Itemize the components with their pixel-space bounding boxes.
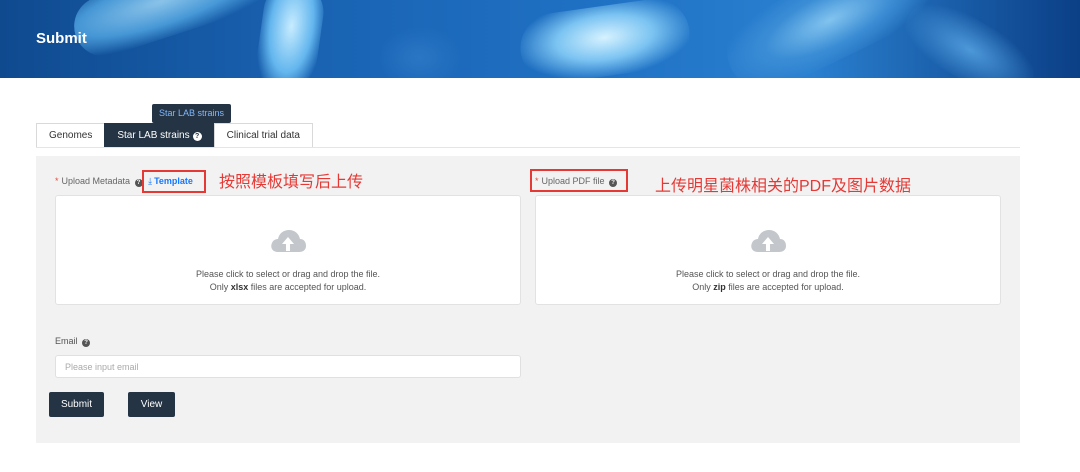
email-label-text: Email bbox=[55, 336, 78, 346]
annotation-highlight-box bbox=[530, 169, 628, 192]
annotation-text-right: 上传明星菌株相关的PDF及图片数据 bbox=[655, 178, 912, 195]
tab-label: Clinical trial data bbox=[226, 130, 300, 141]
dropzone-accepted-types: Only zip files are accepted for upload. bbox=[692, 282, 844, 292]
banner-bacteria-decoration bbox=[515, 0, 695, 78]
dropzone-instruction: Please click to select or drag and drop … bbox=[195, 269, 381, 279]
banner-bacteria-decoration bbox=[894, 0, 1046, 78]
banner-bacteria-decoration bbox=[252, 0, 328, 78]
tab-label: Genomes bbox=[49, 130, 93, 141]
email-label: Email ? bbox=[55, 336, 91, 347]
tab-divider bbox=[36, 147, 1020, 148]
tab-bar: Genomes Star LAB strains? Clinical trial… bbox=[36, 123, 313, 148]
tab-genomes[interactable]: Genomes bbox=[36, 123, 106, 148]
tab-clinical-trial-data[interactable]: Clinical trial data bbox=[213, 123, 313, 148]
tab-tooltip: Star LAB strains bbox=[152, 104, 232, 128]
cloud-upload-icon bbox=[271, 230, 306, 252]
metadata-dropzone[interactable]: Please click to select or drag and drop … bbox=[55, 195, 521, 305]
dropzone-accepted-types: Only xlsx files are accepted for upload. bbox=[209, 282, 367, 292]
tab-star-lab-strains[interactable]: Star LAB strains? bbox=[104, 123, 215, 148]
annotation-text-left: 按照模板填写后上传 bbox=[219, 174, 364, 191]
banner-bacteria-decoration bbox=[380, 28, 460, 78]
cloud-upload-icon bbox=[751, 230, 786, 252]
tab-label: Star LAB strains bbox=[117, 130, 190, 141]
submit-button[interactable]: Submit bbox=[49, 392, 104, 417]
pdf-dropzone[interactable]: Please click to select or drag and drop … bbox=[535, 195, 1001, 305]
annotation-highlight-box bbox=[142, 170, 206, 193]
question-circle-icon[interactable]: ? bbox=[192, 132, 202, 141]
dropzone-instruction: Please click to select or drag and drop … bbox=[675, 269, 861, 279]
upload-metadata-label-text: Upload Metadata bbox=[61, 176, 131, 186]
question-circle-icon[interactable]: ? bbox=[82, 339, 91, 347]
view-button[interactable]: View bbox=[128, 392, 175, 417]
required-mark: * bbox=[55, 176, 59, 186]
email-input[interactable] bbox=[55, 355, 521, 378]
header-banner: Submit bbox=[0, 0, 1080, 78]
page-title: Submit bbox=[36, 30, 87, 47]
